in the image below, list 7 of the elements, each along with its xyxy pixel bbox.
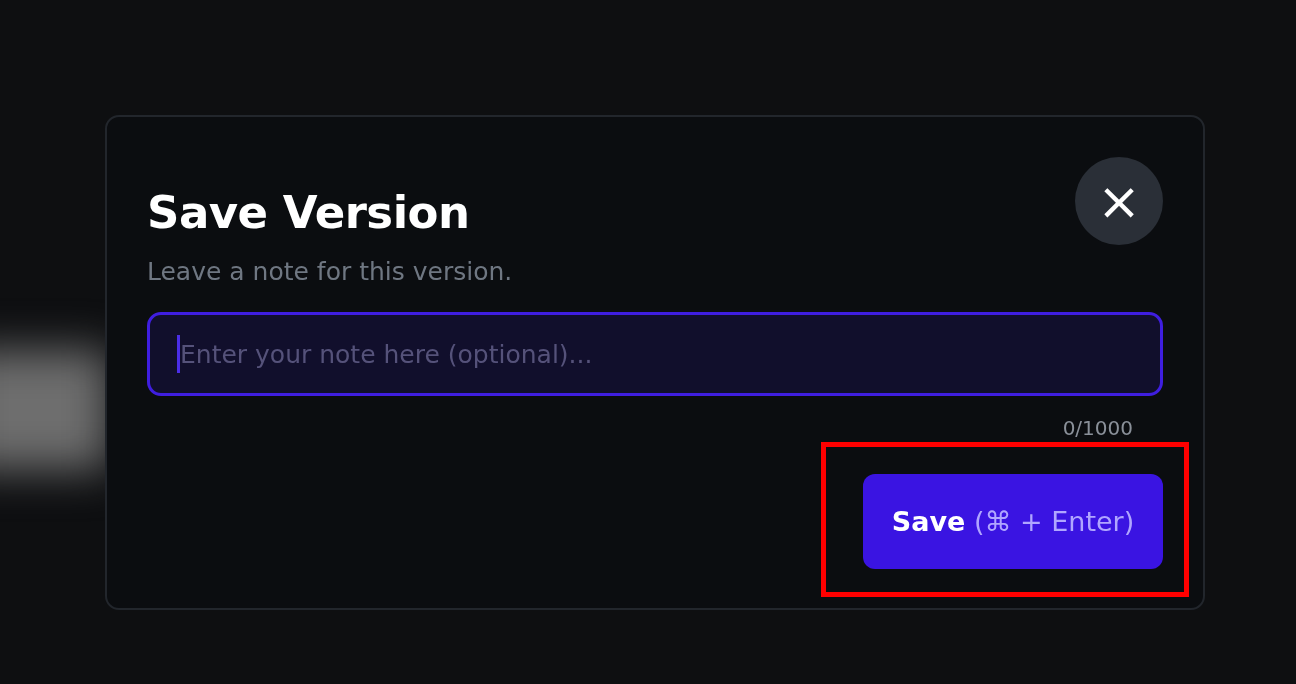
character-counter: 0/1000: [1062, 416, 1133, 440]
close-button[interactable]: ×: [1075, 157, 1163, 245]
dialog-subtitle: Leave a note for this version.: [147, 257, 513, 286]
save-button[interactable]: Save (⌘ + Enter): [863, 474, 1163, 569]
note-input-field[interactable]: Enter your note here (optional)...: [147, 312, 1163, 396]
dialog-title: Save Version: [147, 190, 471, 235]
text-cursor: [177, 335, 180, 373]
